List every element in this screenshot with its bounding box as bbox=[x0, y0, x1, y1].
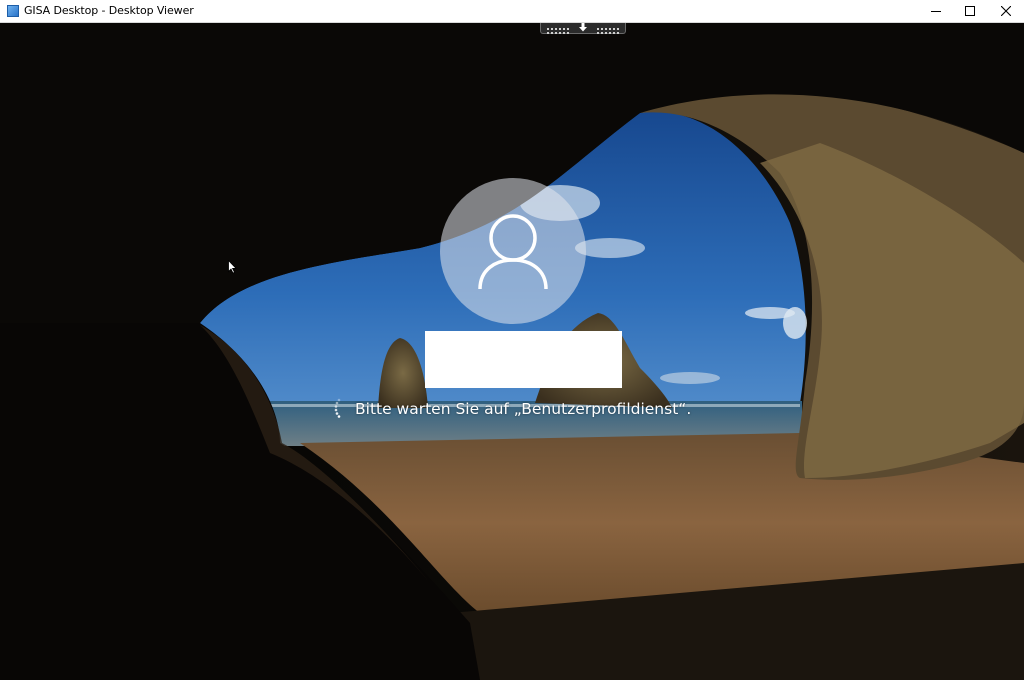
close-icon bbox=[1001, 6, 1011, 16]
remote-desktop-viewport[interactable]: Bitte warten Sie auf „Benutzerprofildien… bbox=[0, 23, 1024, 680]
login-status: Bitte warten Sie auf „Benutzerprofildien… bbox=[332, 398, 691, 420]
maximize-button[interactable] bbox=[952, 0, 988, 22]
app-window-icon bbox=[7, 5, 19, 17]
viewer-toolbar-handle[interactable] bbox=[540, 23, 626, 34]
status-message: Bitte warten Sie auf „Benutzerprofildien… bbox=[355, 400, 692, 418]
maximize-icon bbox=[965, 6, 975, 16]
arrow-down-icon[interactable] bbox=[578, 23, 588, 32]
loading-spinner-icon bbox=[334, 398, 341, 418]
user-avatar bbox=[440, 178, 586, 324]
window-title: GISA Desktop - Desktop Viewer bbox=[24, 4, 194, 17]
window-titlebar[interactable]: GISA Desktop - Desktop Viewer bbox=[0, 0, 1024, 23]
minimize-icon bbox=[931, 11, 941, 12]
username-field bbox=[425, 331, 622, 388]
minimize-button[interactable] bbox=[918, 0, 954, 22]
user-icon bbox=[478, 214, 548, 290]
close-button[interactable] bbox=[988, 0, 1024, 22]
mouse-cursor-icon bbox=[228, 260, 237, 274]
